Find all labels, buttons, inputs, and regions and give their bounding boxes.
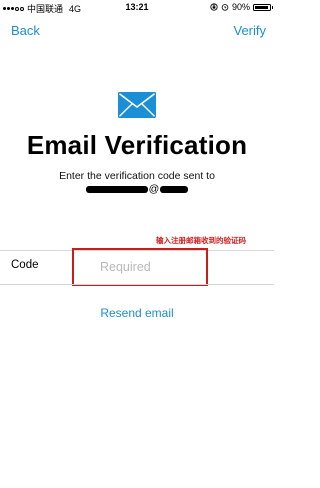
page-title: Email Verification (26, 130, 248, 160)
redacted-email: @ (0, 183, 274, 197)
navigation-bar: Back Verify (0, 20, 274, 42)
status-bar: 中国联通 4G 13:21 90% (0, 0, 274, 14)
resend-email-link[interactable]: Resend email (0, 306, 274, 320)
divider (0, 284, 274, 285)
annotation-note: 输入注册邮箱收到的验证码 (156, 236, 246, 245)
redaction-mark (160, 185, 189, 193)
orientation-lock-icon (210, 3, 218, 11)
alarm-clock-icon (221, 4, 229, 11)
back-button[interactable]: Back (11, 23, 40, 38)
envelope-icon (118, 92, 156, 118)
verify-button[interactable]: Verify (233, 23, 266, 38)
code-input[interactable] (72, 248, 208, 286)
battery-percentage: 90% (231, 2, 250, 12)
code-label: Code (11, 259, 39, 271)
status-bar-right: 90% (210, 2, 273, 12)
battery-icon (253, 3, 273, 11)
email-at-sign: @ (148, 183, 160, 196)
instruction-text: Enter the verification code sent to (59, 170, 215, 182)
redaction-mark (85, 185, 148, 193)
battery-fill (255, 5, 268, 9)
